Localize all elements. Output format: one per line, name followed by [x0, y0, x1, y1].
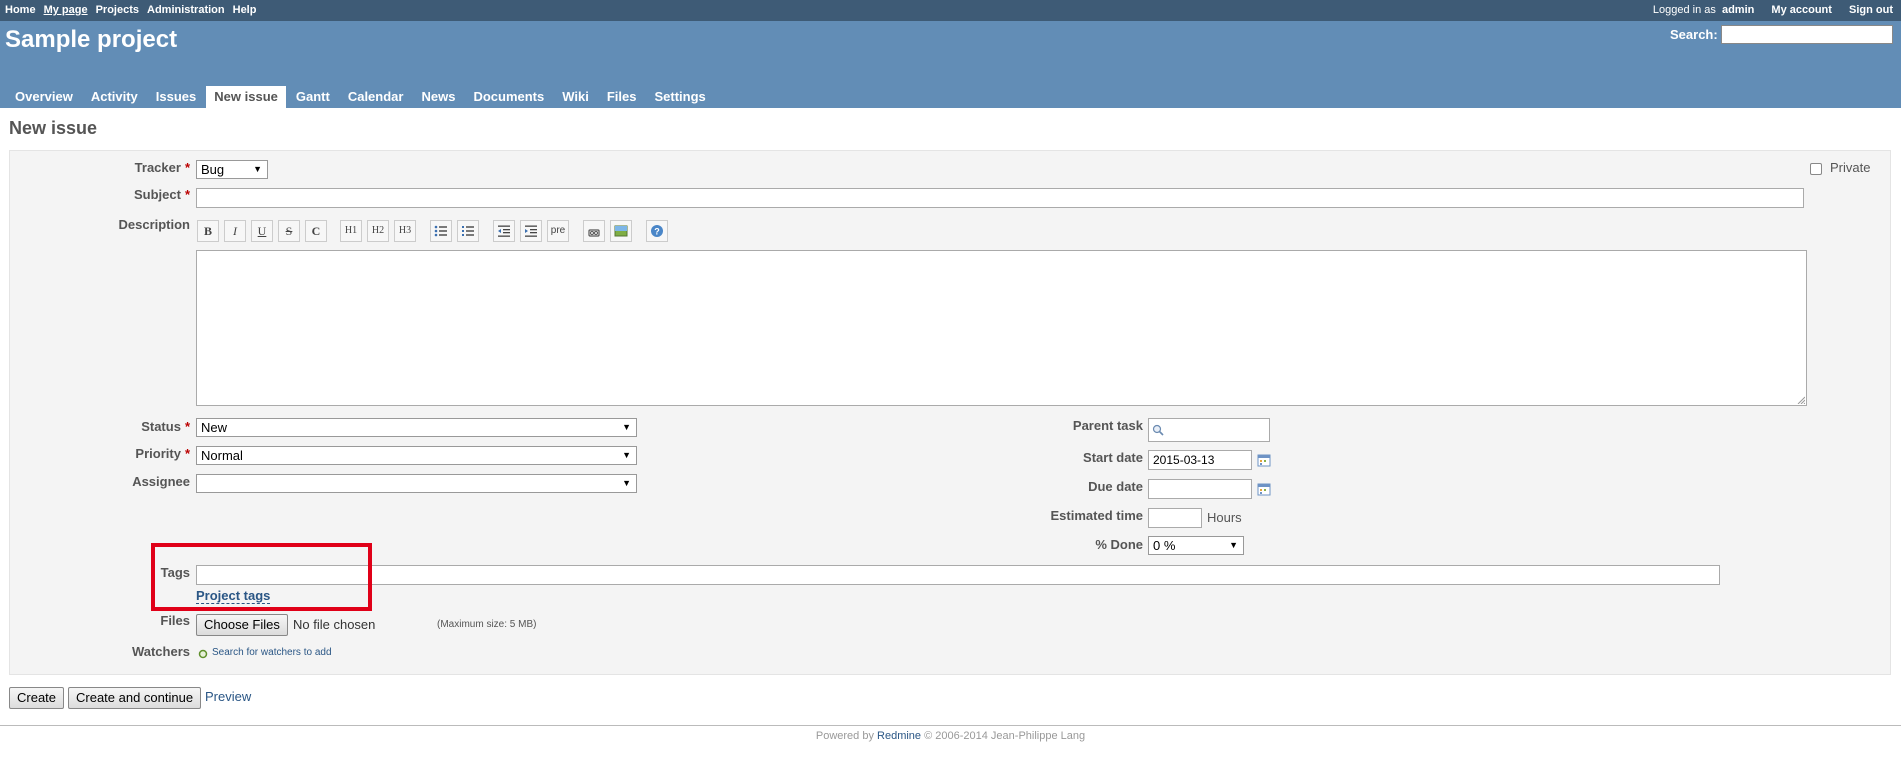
watchers-label: Watchers [131, 644, 190, 659]
description-textarea[interactable] [196, 250, 1807, 406]
code-icon[interactable]: C [305, 220, 327, 242]
resize-handle-icon[interactable] [1797, 396, 1805, 404]
my-account-link[interactable]: My account [1771, 4, 1832, 16]
parent-task-label: Parent task [1072, 418, 1143, 433]
indent-left-icon[interactable] [493, 220, 515, 242]
top-menu-right: Logged in as admin My account Sign out [1653, 4, 1893, 16]
done-ratio-select[interactable]: 0 % ▼ [1148, 536, 1244, 555]
footer: Powered by Redmine © 2006-2014 Jean-Phil… [0, 730, 1901, 742]
tracker-label: Tracker * [134, 160, 190, 175]
top-menu: Home My page Projects Administration Help Lo… [0, 0, 1901, 21]
heading1-icon[interactable]: H1 [340, 220, 362, 242]
status-label: Status * [141, 419, 190, 434]
help-icon[interactable]: ? [646, 220, 668, 242]
tracker-select[interactable]: Bug ▼ [196, 160, 268, 179]
tab-wiki[interactable]: Wiki [554, 86, 597, 108]
preview-link[interactable]: Preview [205, 689, 251, 704]
search-watchers-link[interactable]: Search for watchers to add [212, 647, 332, 658]
chevron-down-icon: ▼ [622, 478, 631, 488]
ordered-list-icon[interactable] [457, 220, 479, 242]
no-file-chosen-text: No file chosen [293, 617, 376, 632]
powered-by-text: Powered by [815, 730, 874, 742]
due-date-input[interactable] [1148, 479, 1252, 499]
subject-input[interactable] [196, 188, 1804, 208]
main-menu: Overview Activity Issues New issue Gantt… [7, 86, 716, 108]
chevron-down-icon: ▼ [622, 450, 631, 460]
parent-task-input[interactable] [1148, 418, 1270, 442]
description-label: Description [118, 217, 190, 232]
priority-label: Priority * [135, 446, 190, 461]
tags-input[interactable] [196, 565, 1720, 585]
subject-label: Subject * [133, 187, 190, 202]
due-date-label: Due date [1088, 479, 1143, 494]
tab-documents[interactable]: Documents [465, 86, 552, 108]
search-input[interactable] [1721, 25, 1893, 44]
max-size-text: (Maximum size: 5 MB) [437, 619, 537, 630]
strikethrough-icon[interactable]: S [278, 220, 300, 242]
project-title[interactable]: Sample project [5, 26, 177, 54]
heading3-icon[interactable]: H3 [394, 220, 416, 242]
start-date-label: Start date [1083, 450, 1143, 465]
done-ratio-label: % Done [1095, 537, 1143, 552]
top-menu-my-page[interactable]: My page [44, 4, 88, 16]
priority-select[interactable]: Normal ▼ [196, 446, 637, 465]
heading2-icon[interactable]: H2 [367, 220, 389, 242]
private-checkbox[interactable] [1810, 163, 1822, 175]
preformatted-icon[interactable]: pre [547, 220, 569, 242]
top-menu-projects[interactable]: Projects [96, 4, 139, 16]
top-menu-administration[interactable]: Administration [147, 4, 225, 16]
svg-text:?: ? [654, 227, 660, 237]
page-title: New issue [9, 118, 98, 138]
copyright-text: © 2006-2014 Jean-Philippe Lang [924, 730, 1086, 742]
create-button[interactable]: Create [9, 687, 65, 709]
assignee-select[interactable]: ▼ [196, 474, 637, 493]
chevron-down-icon: ▼ [1229, 540, 1238, 550]
search-label: Search: [1670, 27, 1718, 42]
calendar-icon[interactable] [1257, 482, 1271, 496]
status-select[interactable]: New ▼ [196, 418, 637, 437]
hours-label: Hours [1207, 510, 1242, 525]
footer-divider [0, 725, 1901, 726]
start-date-input[interactable]: 2015-03-13 [1148, 450, 1252, 470]
highlight-box [151, 543, 372, 611]
unordered-list-icon[interactable] [430, 220, 452, 242]
search-icon [1152, 424, 1164, 436]
chevron-down-icon: ▼ [622, 422, 631, 432]
estimated-time-label: Estimated time [1050, 508, 1143, 523]
underline-icon[interactable]: U [251, 220, 273, 242]
tab-activity[interactable]: Activity [83, 86, 146, 108]
tab-files[interactable]: Files [599, 86, 645, 108]
top-menu-home[interactable]: Home [5, 4, 36, 16]
tab-news[interactable]: News [413, 86, 463, 108]
files-label: Files [160, 613, 190, 628]
private-label: Private [1830, 160, 1871, 175]
assignee-label: Assignee [132, 474, 190, 489]
sign-out-link[interactable]: Sign out [1849, 4, 1893, 16]
calendar-icon[interactable] [1257, 453, 1271, 467]
italic-icon[interactable]: I [224, 220, 246, 242]
logged-user-link[interactable]: admin [1722, 4, 1754, 16]
top-menu-help[interactable]: Help [233, 4, 257, 16]
logged-as-label: Logged in as [1652, 4, 1716, 16]
indent-right-icon[interactable] [520, 220, 542, 242]
add-icon [198, 649, 208, 659]
tab-issues[interactable]: Issues [148, 86, 204, 108]
link-icon[interactable] [583, 220, 605, 242]
create-and-continue-button[interactable]: Create and continue [68, 687, 202, 709]
tab-new-issue[interactable]: New issue [206, 86, 286, 108]
image-icon[interactable] [610, 220, 632, 242]
estimated-time-input[interactable] [1148, 508, 1202, 528]
tab-settings[interactable]: Settings [646, 86, 713, 108]
tab-calendar[interactable]: Calendar [340, 86, 412, 108]
top-menu-left: Home My page Projects Administration Help [5, 4, 264, 16]
redmine-link[interactable]: Redmine [877, 730, 921, 742]
choose-files-button[interactable]: Choose Files [196, 614, 288, 636]
bold-icon[interactable]: B [197, 220, 219, 242]
tab-gantt[interactable]: Gantt [288, 86, 338, 108]
chevron-down-icon: ▼ [253, 164, 262, 174]
tab-overview[interactable]: Overview [7, 86, 81, 108]
